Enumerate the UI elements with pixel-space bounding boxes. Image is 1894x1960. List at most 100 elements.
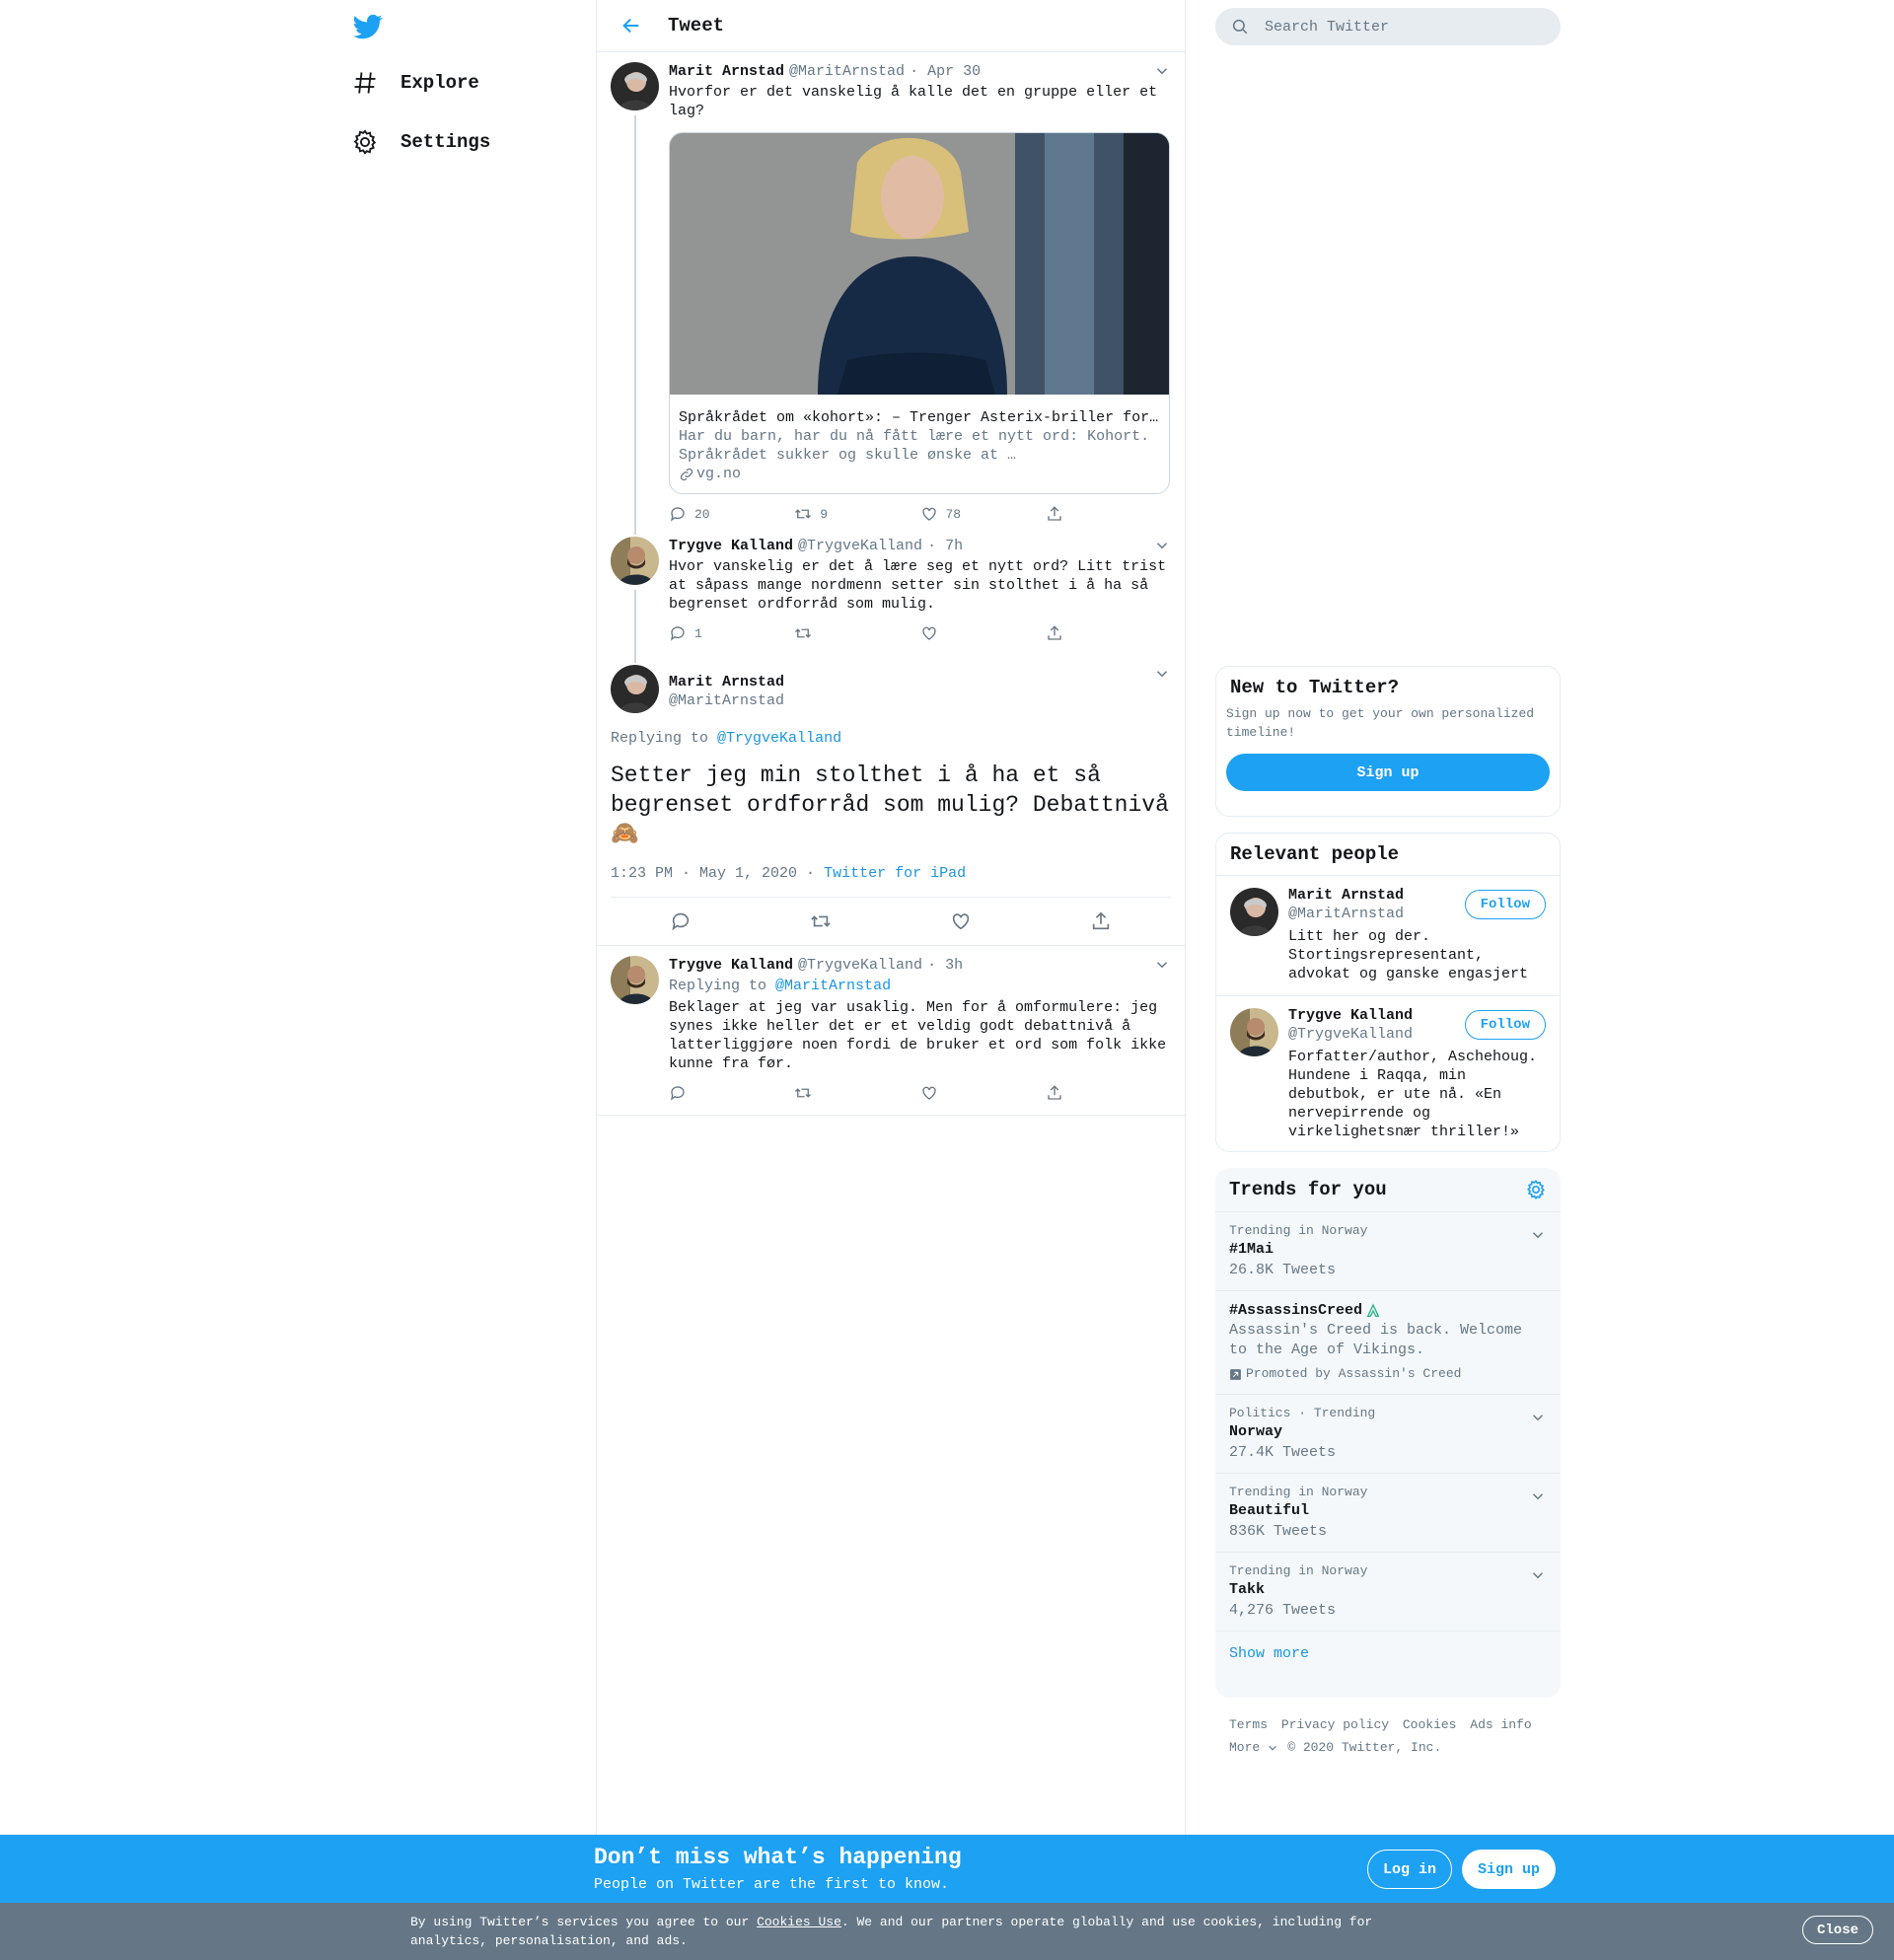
heart-icon	[921, 507, 936, 521]
person-item[interactable]: Marit Arnstad @MaritArnstad Litt her og …	[1216, 875, 1560, 995]
card-image	[670, 133, 1169, 395]
replying-to-link[interactable]: @MaritArnstad	[775, 978, 891, 994]
card-title: Språkrådet om «kohort»: – Trenger Asteri…	[679, 409, 1159, 426]
author-name[interactable]: Marit Arnstad	[669, 673, 784, 691]
chevron-down-icon[interactable]	[1529, 1566, 1547, 1584]
author-handle[interactable]: @TrygveKalland	[798, 538, 922, 554]
chevron-down-icon[interactable]	[1153, 537, 1171, 554]
avatar[interactable]	[611, 537, 659, 585]
share-icon	[1048, 625, 1061, 640]
trend-item[interactable]: Trending in Norway Beautiful 836K Tweets	[1215, 1473, 1561, 1552]
tweet-column: Tweet Marit Arnstad @MaritArnstad · Apr …	[596, 0, 1186, 1835]
retweet-button[interactable]	[794, 623, 919, 643]
avatar[interactable]	[1230, 1008, 1278, 1056]
retweet-icon	[811, 915, 831, 927]
thread-line	[634, 655, 636, 663]
retweet-button[interactable]	[794, 1083, 919, 1103]
show-more-link[interactable]: Show more	[1215, 1631, 1561, 1676]
avatar[interactable]	[611, 62, 659, 110]
reply-button[interactable]: 20	[669, 504, 794, 524]
avatar[interactable]	[1230, 888, 1278, 936]
thread-tweet[interactable]: Trygve Kalland @TrygveKalland · 7h Hvor …	[597, 527, 1185, 655]
footer-link-privacy[interactable]: Privacy policy	[1281, 1717, 1389, 1732]
gear-icon[interactable]	[1525, 1179, 1547, 1200]
footer-more-label: More	[1229, 1740, 1261, 1755]
retweet-count: 9	[820, 506, 829, 522]
follow-button[interactable]: Follow	[1464, 1010, 1546, 1040]
sign-up-button[interactable]: Sign up	[1462, 1850, 1557, 1889]
main-actions	[611, 898, 1171, 945]
banner-subtitle: People on Twitter are the first to know.	[594, 1876, 950, 1893]
share-button[interactable]	[1046, 504, 1171, 524]
author-handle[interactable]: @TrygveKalland	[798, 957, 922, 974]
author-name[interactable]: Trygve Kalland	[669, 538, 793, 554]
thread-tweet[interactable]: Marit Arnstad @MaritArnstad · Apr 30 Hvo…	[597, 52, 1185, 527]
sign-up-button[interactable]: Sign up	[1226, 754, 1550, 791]
tweet-time[interactable]: · 3h	[927, 957, 963, 974]
search-box[interactable]	[1215, 8, 1561, 45]
reply-button[interactable]	[670, 910, 692, 932]
like-button[interactable]	[920, 623, 1046, 643]
retweet-icon	[795, 628, 812, 638]
tweet-time[interactable]: · 7h	[927, 538, 963, 554]
thread-line	[634, 527, 636, 535]
follow-button[interactable]: Follow	[1464, 890, 1546, 919]
reply-tweet[interactable]: Trygve Kalland @TrygveKalland · 3h Reply…	[597, 946, 1185, 1116]
reply-button[interactable]	[669, 1083, 794, 1103]
share-button[interactable]	[1046, 1083, 1171, 1103]
chevron-down-icon[interactable]	[1529, 1409, 1547, 1426]
search-input[interactable]	[1265, 18, 1541, 36]
chevron-down-icon[interactable]	[1529, 1488, 1547, 1505]
reply-button[interactable]: 1	[669, 623, 794, 643]
trend-name: #AssassinsCreed	[1229, 1302, 1363, 1319]
share-button[interactable]	[1046, 623, 1171, 643]
like-button[interactable]	[920, 1083, 1046, 1103]
footer-more[interactable]: More	[1229, 1736, 1279, 1759]
chevron-down-icon[interactable]	[1153, 665, 1171, 683]
like-button[interactable]: 78	[920, 504, 1046, 524]
relevant-people-title: Relevant people	[1230, 843, 1400, 865]
nav-settings-label: Settings	[401, 131, 491, 153]
like-button[interactable]	[950, 910, 972, 932]
trend-description: Assassin's Creed is back. Welcome to the…	[1229, 1322, 1523, 1358]
back-button[interactable]	[615, 9, 648, 42]
trend-item[interactable]: Politics · Trending Norway 27.4K Tweets	[1215, 1394, 1561, 1473]
avatar[interactable]	[611, 665, 659, 713]
trend-item[interactable]: Trending in Norway #1Mai 26.8K Tweets	[1215, 1211, 1561, 1290]
footer-link-ads-info[interactable]: Ads info	[1470, 1717, 1531, 1732]
replying-to-link[interactable]: @TrygveKalland	[717, 730, 841, 747]
link-card[interactable]: Språkrådet om «kohort»: – Trenger Asteri…	[669, 132, 1170, 494]
avatar[interactable]	[611, 956, 659, 1004]
author-handle[interactable]: @MaritArnstad	[789, 63, 905, 80]
retweet-button[interactable]	[810, 910, 832, 932]
promoted-trend-item[interactable]: #AssassinsCreed Assassin's Creed is back…	[1215, 1290, 1561, 1394]
chevron-down-icon[interactable]	[1153, 62, 1171, 80]
author-name[interactable]: Marit Arnstad	[669, 63, 784, 80]
chevron-down-icon[interactable]	[1529, 1226, 1547, 1244]
tweet-timestamp[interactable]: 1:23 PM · May 1, 2020 ·	[611, 865, 815, 882]
thread-line	[634, 115, 636, 527]
close-button[interactable]: Close	[1802, 1916, 1874, 1944]
nav-settings[interactable]: Settings	[351, 120, 490, 164]
log-in-button[interactable]: Log in	[1367, 1850, 1453, 1889]
person-item[interactable]: Trygve Kalland @TrygveKalland Forfatter/…	[1216, 995, 1560, 1151]
author-handle[interactable]: @MaritArnstad	[669, 691, 784, 710]
author-name[interactable]: Trygve Kalland	[669, 957, 793, 974]
footer-link-cookies[interactable]: Cookies	[1403, 1717, 1457, 1732]
share-button[interactable]	[1090, 910, 1112, 932]
twitter-logo-icon[interactable]	[353, 12, 383, 41]
nav-explore[interactable]: Explore	[351, 61, 479, 105]
replying-to: Replying to @TrygveKalland	[611, 730, 1171, 747]
tweet-time[interactable]: · Apr 30	[910, 63, 981, 80]
replying-to: Replying to @MaritArnstad	[669, 977, 1171, 995]
retweet-icon	[795, 509, 812, 519]
heart-icon	[952, 913, 970, 930]
trend-item[interactable]: Trending in Norway Takk 4,276 Tweets	[1215, 1552, 1561, 1631]
copyright: © 2020 Twitter, Inc.	[1287, 1740, 1442, 1755]
retweet-button[interactable]: 9	[794, 504, 919, 524]
tweet-source[interactable]: Twitter for iPad	[824, 865, 966, 882]
main-tweet: Marit Arnstad @MaritArnstad Replying to …	[597, 655, 1185, 946]
cookies-use-link[interactable]: Cookies Use	[757, 1915, 841, 1929]
chevron-down-icon[interactable]	[1153, 956, 1171, 974]
footer-link-terms[interactable]: Terms	[1229, 1717, 1268, 1732]
